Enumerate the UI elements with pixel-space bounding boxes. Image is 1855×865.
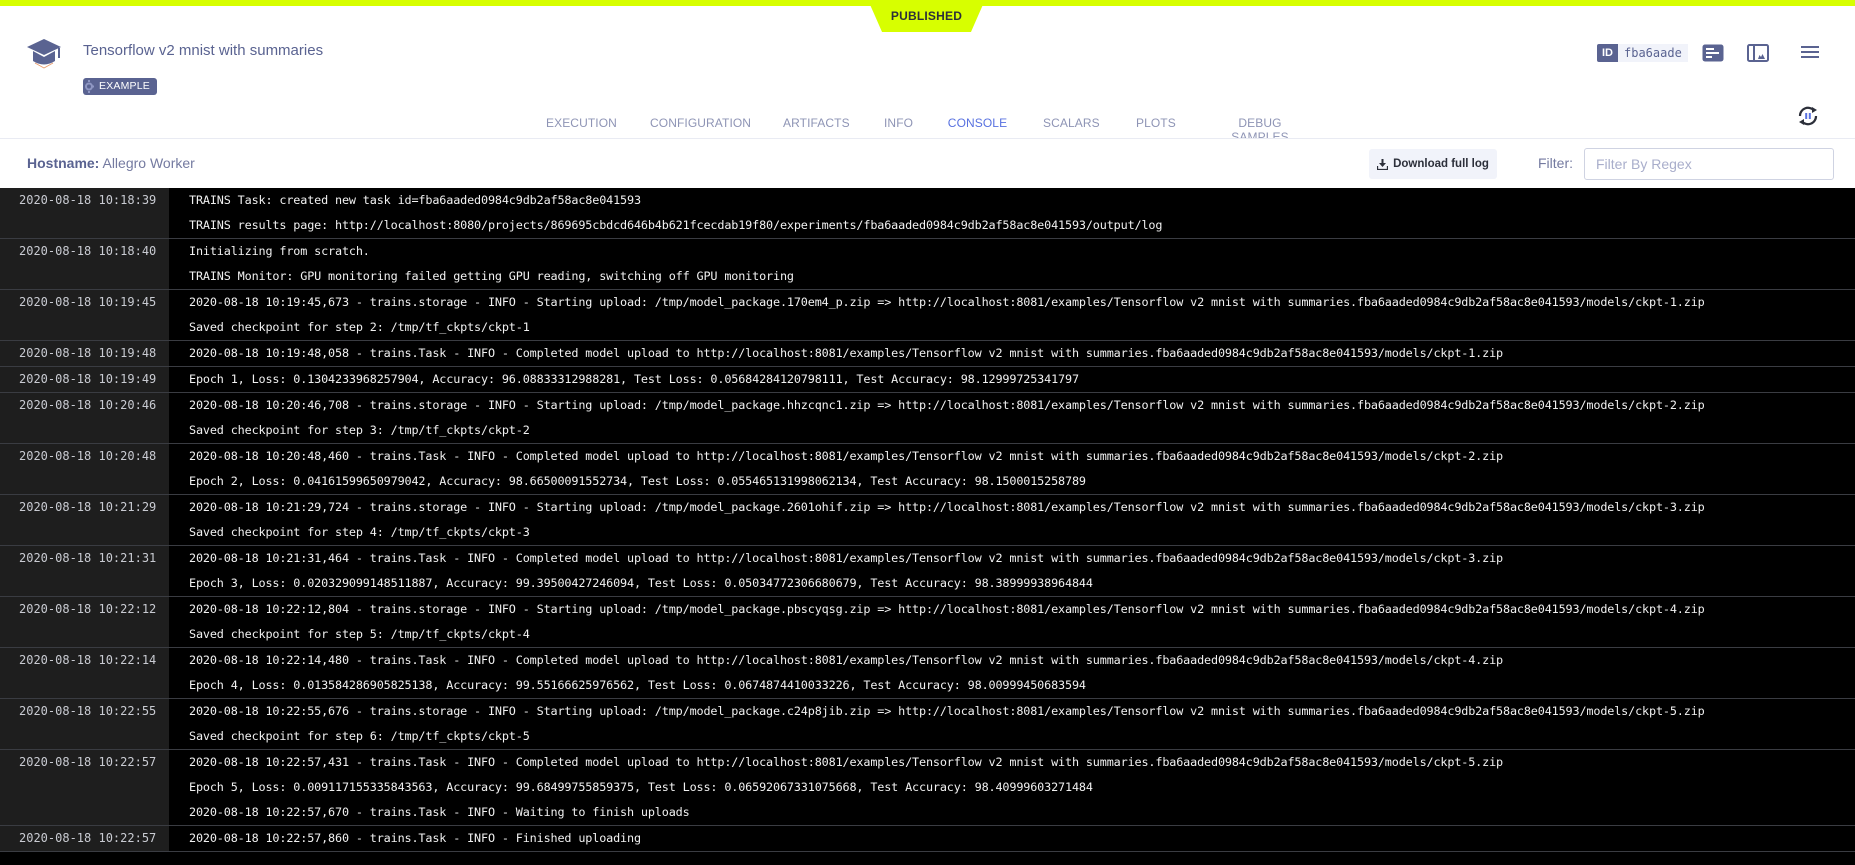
id-label: ID (1597, 44, 1618, 62)
log-timestamp: 2020-08-18 10:19:49 (0, 367, 169, 392)
download-label: Download full log (1393, 158, 1489, 170)
log-entry: 2020-08-18 10:19:45 2020-08-18 10:19:45,6… (0, 290, 1855, 341)
log-line: TRAINS results page: http://localhost:80… (189, 218, 1163, 232)
log-line: 2020-08-18 10:21:29,724 - trains.storage… (189, 500, 1705, 514)
log-line: 2020-08-18 10:19:48,058 - trains.Task - … (189, 346, 1503, 360)
log-entry: 2020-08-18 10:19:48 2020-08-18 10:19:48,0… (0, 341, 1855, 367)
hostname-label: Hostname: (27, 155, 100, 171)
log-entry: 2020-08-18 10:22:12 2020-08-18 10:22:12,8… (0, 597, 1855, 648)
download-full-log-button[interactable]: Download full log (1369, 149, 1497, 179)
tag-badge[interactable]: EXAMPLE (83, 78, 158, 95)
log-line: Saved checkpoint for step 6: /tmp/tf_ckp… (189, 729, 530, 743)
split-layout-icon[interactable] (1747, 44, 1769, 62)
log-line: 2020-08-18 10:20:46,708 - trains.storage… (189, 398, 1705, 412)
log-timestamp: 2020-08-18 10:20:48 (0, 444, 169, 494)
log-line: 2020-08-18 10:22:57,670 - trains.Task - … (189, 805, 690, 819)
log-timestamp: 2020-08-18 10:21:29 (0, 495, 169, 545)
log-line: 2020-08-18 10:22:57,431 - trains.Task - … (189, 755, 1503, 769)
log-lines: 2020-08-18 10:22:57,431 - trains.Task - … (169, 750, 1855, 825)
log-entry: 2020-08-18 10:22:55 2020-08-18 10:22:55,6… (0, 699, 1855, 750)
log-lines: 2020-08-18 10:22:55,676 - trains.storage… (169, 699, 1855, 749)
log-lines: 2020-08-18 10:22:57,860 - trains.Task - … (169, 826, 1855, 851)
log-entry: 2020-08-18 10:20:48 2020-08-18 10:20:48,4… (0, 444, 1855, 495)
log-line: 2020-08-18 10:20:48,460 - trains.Task - … (189, 449, 1503, 463)
log-timestamp: 2020-08-18 10:18:39 (0, 188, 169, 238)
log-line: Saved checkpoint for step 2: /tmp/tf_ckp… (189, 320, 530, 334)
filter-label: Filter: (1538, 155, 1573, 171)
log-entry: 2020-08-18 10:21:29 2020-08-18 10:21:29,7… (0, 495, 1855, 546)
log-lines: 2020-08-18 10:19:48,058 - trains.Task - … (169, 341, 1855, 366)
log-lines: 2020-08-18 10:20:46,708 - trains.storage… (169, 393, 1855, 443)
hamburger-menu-icon[interactable] (1800, 43, 1820, 61)
log-timestamp: 2020-08-18 10:20:46 (0, 393, 169, 443)
log-entry: 2020-08-18 10:20:46 2020-08-18 10:20:46,7… (0, 393, 1855, 444)
log-entry: 2020-08-18 10:22:57 2020-08-18 10:22:57,8… (0, 826, 1855, 852)
log-lines: Epoch 1, Loss: 0.1304233968257904, Accur… (169, 367, 1855, 392)
log-line: Saved checkpoint for step 5: /tmp/tf_ckp… (189, 627, 530, 641)
task-id-chip[interactable]: ID fba6aade (1597, 44, 1688, 62)
auto-refresh-pause-icon[interactable] (1796, 104, 1820, 128)
id-value: fba6aade (1618, 44, 1688, 62)
log-timestamp: 2020-08-18 10:18:40 (0, 239, 169, 289)
log-entry: 2020-08-18 10:22:14 2020-08-18 10:22:14,4… (0, 648, 1855, 699)
log-line: 2020-08-18 10:19:45,673 - trains.storage… (189, 295, 1705, 309)
log-entry: 2020-08-18 10:19:49 Epoch 1, Loss: 0.1304… (0, 367, 1855, 393)
log-lines: 2020-08-18 10:22:12,804 - trains.storage… (169, 597, 1855, 647)
log-line: 2020-08-18 10:22:14,480 - trains.Task - … (189, 653, 1503, 667)
log-lines: TRAINS Task: created new task id=fba6aad… (169, 188, 1855, 238)
log-lines: 2020-08-18 10:20:48,460 - trains.Task - … (169, 444, 1855, 494)
tag-label: EXAMPLE (99, 80, 151, 92)
log-entry: 2020-08-18 10:18:39 TRAINS Task: created … (0, 188, 1855, 239)
log-line: 2020-08-18 10:21:31,464 - trains.Task - … (189, 551, 1503, 565)
log-line: Epoch 5, Loss: 0.009117155335843563, Acc… (189, 780, 1093, 794)
log-line: 2020-08-18 10:22:57,860 - trains.Task - … (189, 831, 641, 845)
log-line: Epoch 4, Loss: 0.013584286905825138, Acc… (189, 678, 1086, 692)
log-lines: 2020-08-18 10:21:29,724 - trains.storage… (169, 495, 1855, 545)
log-line: Epoch 3, Loss: 0.020329099148511887, Acc… (189, 576, 1093, 590)
log-lines: Initializing from scratch. TRAINS Monitor… (169, 239, 1855, 289)
filter-regex-input[interactable] (1584, 148, 1834, 180)
log-line: Epoch 2, Loss: 0.04161599650979042, Accu… (189, 474, 1086, 488)
task-title: Tensorflow v2 mnist with summaries (83, 42, 324, 59)
download-icon (1377, 158, 1389, 170)
log-timestamp: 2020-08-18 10:22:57 (0, 750, 169, 825)
log-entry: 2020-08-18 10:21:31 2020-08-18 10:21:31,4… (0, 546, 1855, 597)
console-log[interactable]: 2020-08-18 10:18:39 TRAINS Task: created … (0, 188, 1855, 865)
hostname-value: Allegro Worker (102, 155, 195, 171)
log-entry: 2020-08-18 10:22:57 2020-08-18 10:22:57,4… (0, 750, 1855, 826)
log-timestamp: 2020-08-18 10:19:45 (0, 290, 169, 340)
log-line: Epoch 1, Loss: 0.1304233968257904, Accur… (189, 372, 1079, 386)
log-line: Initializing from scratch. (189, 244, 370, 258)
log-line: 2020-08-18 10:22:55,676 - trains.storage… (189, 704, 1705, 718)
log-line: TRAINS Task: created new task id=fba6aad… (189, 193, 641, 207)
log-timestamp: 2020-08-18 10:21:31 (0, 546, 169, 596)
graduation-cap-icon (27, 39, 61, 69)
log-timestamp: 2020-08-18 10:22:12 (0, 597, 169, 647)
log-line: Saved checkpoint for step 4: /tmp/tf_ckp… (189, 525, 530, 539)
log-line: 2020-08-18 10:22:12,804 - trains.storage… (189, 602, 1705, 616)
tag-gear-icon (85, 80, 94, 93)
status-badge: PUBLISHED (868, 0, 985, 32)
log-lines: 2020-08-18 10:21:31,464 - trains.Task - … (169, 546, 1855, 596)
log-line: Saved checkpoint for step 3: /tmp/tf_ckp… (189, 423, 530, 437)
console-toolbar: Hostname: Allegro Worker Download full l… (0, 139, 1855, 188)
log-timestamp: 2020-08-18 10:22:55 (0, 699, 169, 749)
log-timestamp: 2020-08-18 10:22:57 (0, 826, 169, 851)
log-lines: 2020-08-18 10:19:45,673 - trains.storage… (169, 290, 1855, 340)
log-line: TRAINS Monitor: GPU monitoring failed ge… (189, 269, 794, 283)
log-entry: 2020-08-18 10:18:40 Initializing from scr… (0, 239, 1855, 290)
log-timestamp: 2020-08-18 10:19:48 (0, 341, 169, 366)
details-panel-icon[interactable] (1702, 44, 1724, 62)
hostname: Hostname: Allegro Worker (27, 155, 195, 171)
log-lines: 2020-08-18 10:22:14,480 - trains.Task - … (169, 648, 1855, 698)
log-timestamp: 2020-08-18 10:22:14 (0, 648, 169, 698)
